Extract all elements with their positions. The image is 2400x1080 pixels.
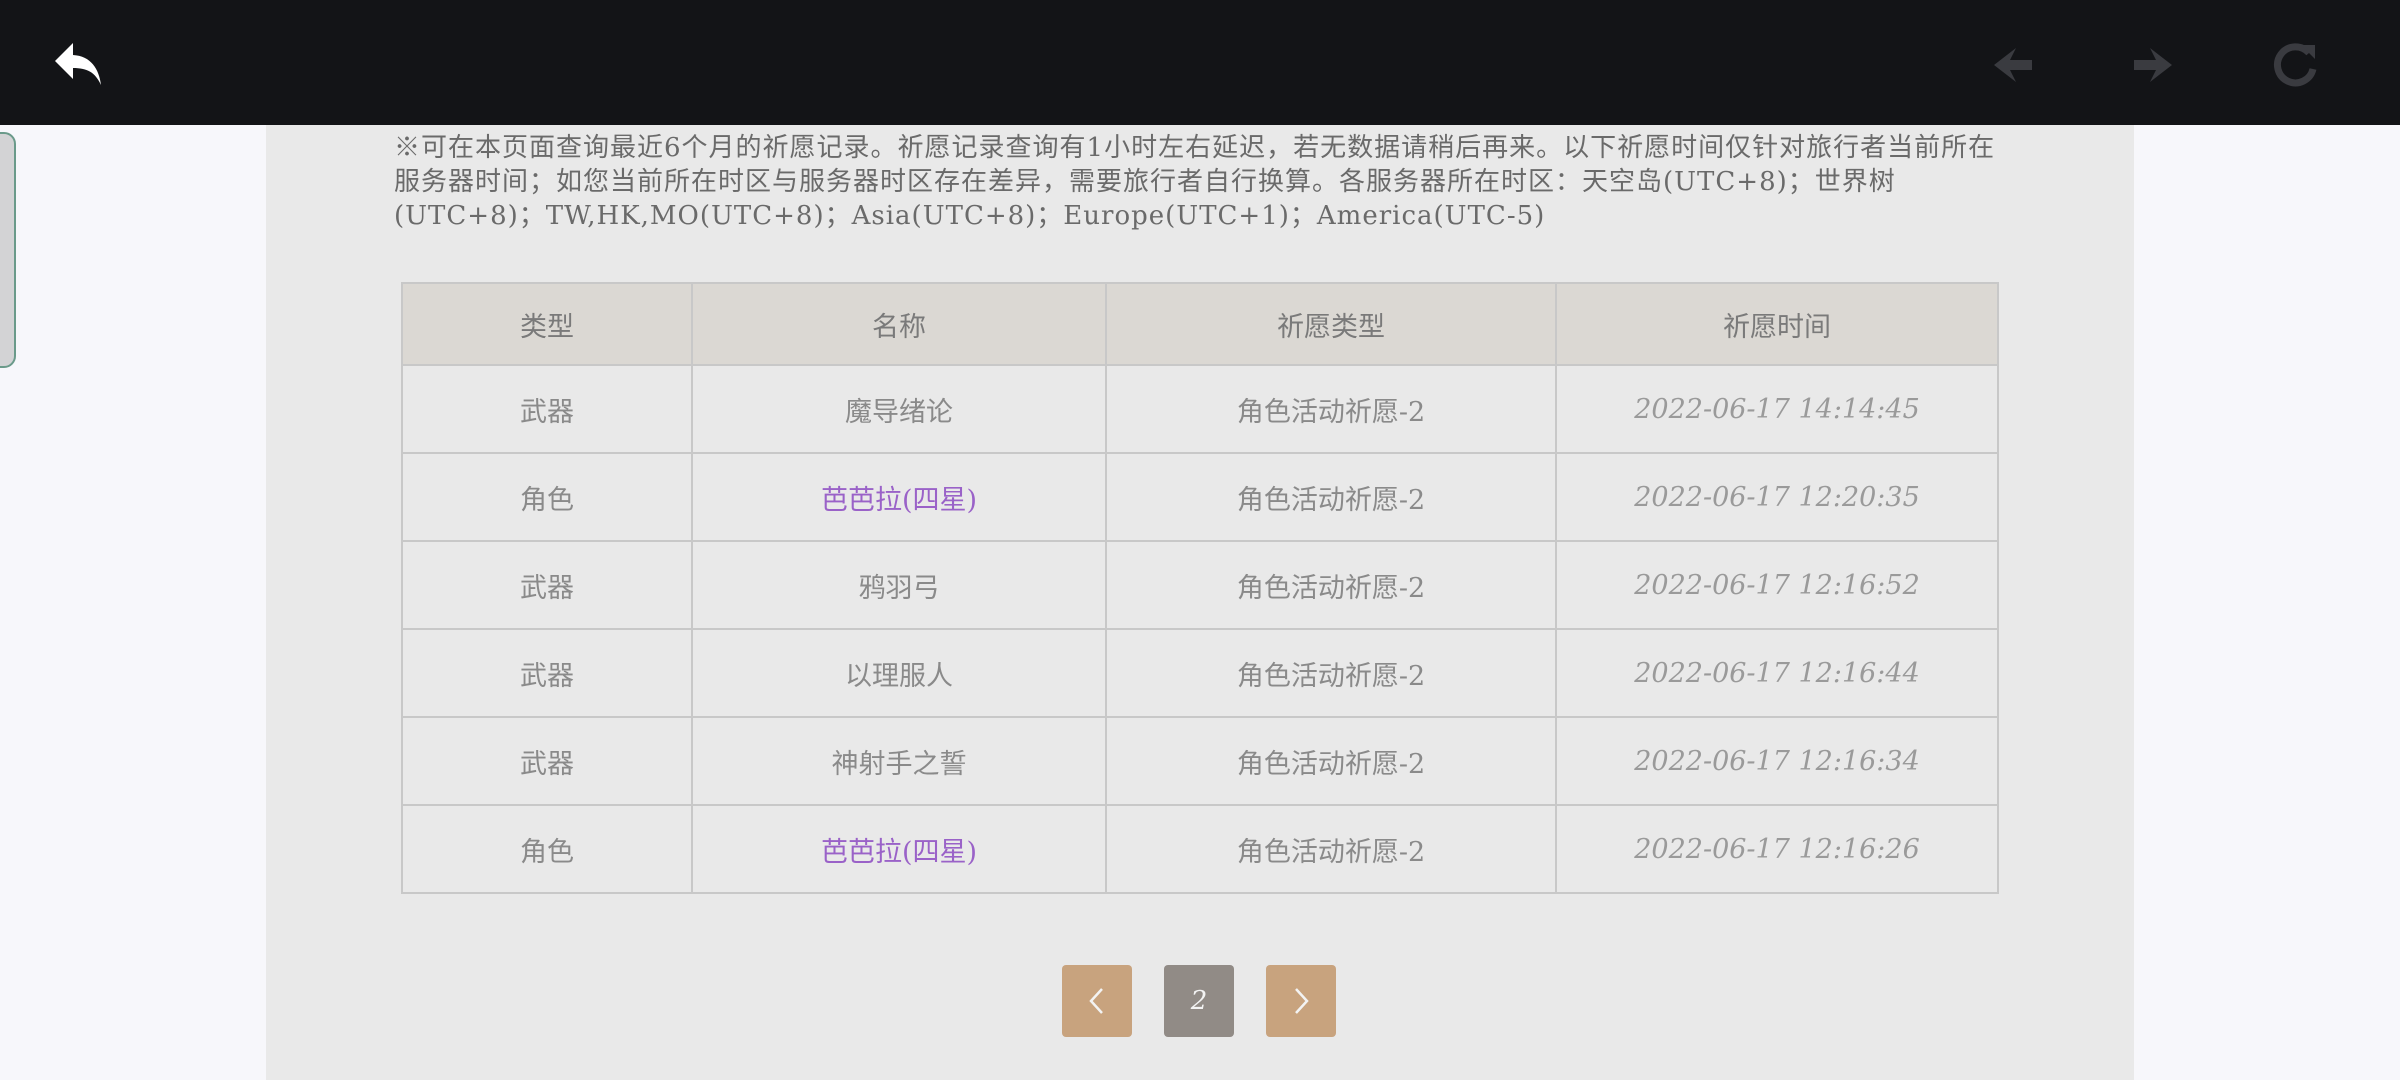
nav-next-icon <box>2134 48 2172 82</box>
cell-name: 以理服人 <box>691 628 1107 718</box>
cell-type: 武器 <box>401 628 693 718</box>
refresh-icon <box>2274 43 2317 87</box>
back-arrow-icon <box>55 43 101 85</box>
chevron-left-icon <box>1089 988 1103 1014</box>
cell-time: 2022-06-17 14:14:45 <box>1555 364 1999 454</box>
refresh-button[interactable] <box>2260 30 2330 100</box>
next-page-button[interactable] <box>1266 965 1336 1037</box>
cell-type: 角色 <box>401 452 693 542</box>
cell-time: 2022-06-17 12:20:35 <box>1555 452 1999 542</box>
notice-text: ※可在本页面查询最近6个月的祈愿记录。祈愿记录查询有1小时左右延迟，若无数据请稍… <box>394 133 1996 231</box>
back-button[interactable] <box>44 30 114 100</box>
cell-time: 2022-06-17 12:16:44 <box>1555 628 1999 718</box>
header-name: 名称 <box>691 282 1107 366</box>
current-page-indicator: 2 <box>1164 965 1234 1037</box>
nav-prev-icon <box>1994 48 2032 82</box>
cell-name: 芭芭拉(四星) <box>691 452 1107 542</box>
chevron-right-icon <box>1295 988 1309 1014</box>
cell-type: 武器 <box>401 540 693 630</box>
header-wish-time: 祈愿时间 <box>1555 282 1999 366</box>
wish-history-table: 类型 名称 祈愿类型 祈愿时间 武器 魔导绪论 角色活动祈愿-2 2022-06… <box>401 282 1999 894</box>
header-type: 类型 <box>401 282 693 366</box>
cell-time: 2022-06-17 12:16:26 <box>1555 804 1999 894</box>
cell-type: 武器 <box>401 364 693 454</box>
prev-page-button[interactable] <box>1062 965 1132 1037</box>
top-bar <box>0 0 2400 125</box>
table-row: 角色 芭芭拉(四星) 角色活动祈愿-2 2022-06-17 12:16:26 <box>401 804 1999 894</box>
cell-time: 2022-06-17 12:16:52 <box>1555 540 1999 630</box>
nav-prev-button[interactable] <box>1978 30 2048 100</box>
cell-time: 2022-06-17 12:16:34 <box>1555 716 1999 806</box>
cell-wish-type: 角色活动祈愿-2 <box>1105 628 1557 718</box>
cell-wish-type: 角色活动祈愿-2 <box>1105 540 1557 630</box>
cell-wish-type: 角色活动祈愿-2 <box>1105 452 1557 542</box>
table-row: 武器 以理服人 角色活动祈愿-2 2022-06-17 12:16:44 <box>401 628 1999 718</box>
cell-wish-type: 角色活动祈愿-2 <box>1105 716 1557 806</box>
table-row: 武器 神射手之誓 角色活动祈愿-2 2022-06-17 12:16:34 <box>401 716 1999 806</box>
cell-wish-type: 角色活动祈愿-2 <box>1105 364 1557 454</box>
cell-name: 鸦羽弓 <box>691 540 1107 630</box>
header-wish-type: 祈愿类型 <box>1105 282 1557 366</box>
cell-name: 芭芭拉(四星) <box>691 804 1107 894</box>
table-row: 武器 鸦羽弓 角色活动祈愿-2 2022-06-17 12:16:52 <box>401 540 1999 630</box>
cell-name: 神射手之誓 <box>691 716 1107 806</box>
table-row: 武器 魔导绪论 角色活动祈愿-2 2022-06-17 14:14:45 <box>401 364 1999 454</box>
cell-name: 魔导绪论 <box>691 364 1107 454</box>
cell-wish-type: 角色活动祈愿-2 <box>1105 804 1557 894</box>
nav-next-button[interactable] <box>2118 30 2188 100</box>
cell-type: 角色 <box>401 804 693 894</box>
table-header-row: 类型 名称 祈愿类型 祈愿时间 <box>401 282 1999 366</box>
side-drawer-handle[interactable] <box>0 132 16 368</box>
cell-type: 武器 <box>401 716 693 806</box>
wish-history-panel: ※可在本页面查询最近6个月的祈愿记录。祈愿记录查询有1小时左右延迟，若无数据请稍… <box>266 125 2134 1080</box>
table-row: 角色 芭芭拉(四星) 角色活动祈愿-2 2022-06-17 12:20:35 <box>401 452 1999 542</box>
